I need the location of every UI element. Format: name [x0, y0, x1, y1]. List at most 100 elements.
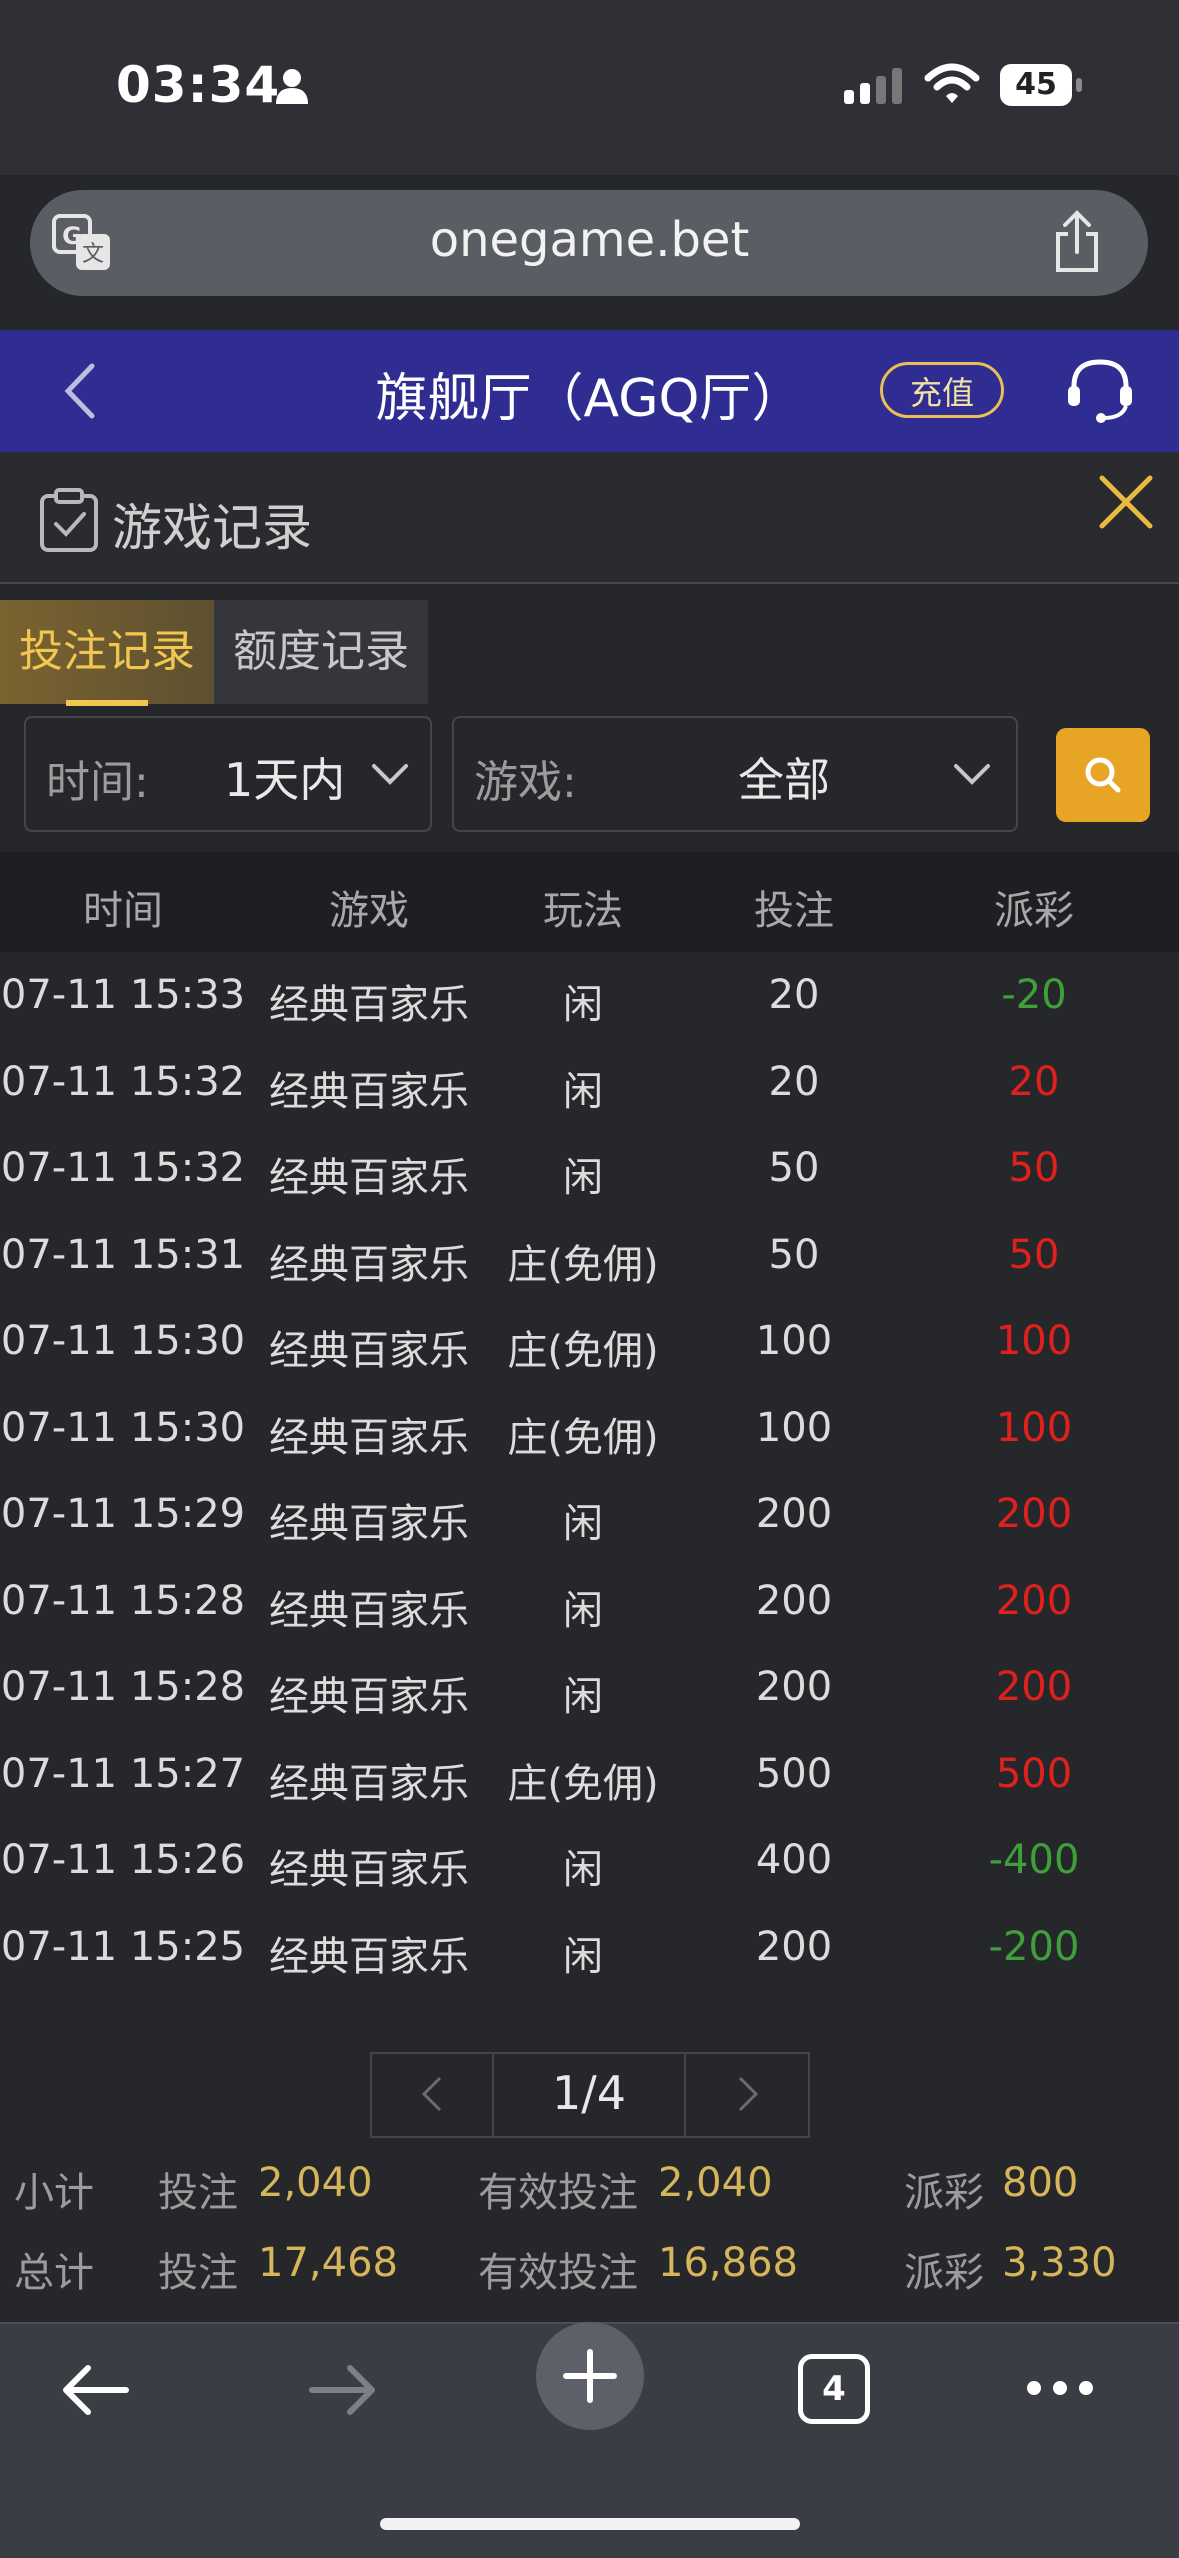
- table-row: 07-11 15:32 经典百家乐 闲 20 20: [0, 1041, 1179, 1127]
- cell-game: 经典百家乐: [269, 1847, 469, 1893]
- table-row: 07-11 15:26 经典百家乐 闲 400 -400: [0, 1819, 1179, 1905]
- cell-payout: 50: [1008, 1231, 1060, 1278]
- cell-bet: 200: [755, 1491, 833, 1537]
- cell-play: 庄(免佣): [507, 1241, 659, 1288]
- subtotal-label: 小计: [14, 2170, 94, 2216]
- cell-payout: 20: [1008, 1058, 1060, 1105]
- cell-bet: 200: [755, 1577, 833, 1624]
- support-icon[interactable]: [1064, 356, 1136, 426]
- cell-payout: 200: [995, 1491, 1073, 1537]
- subtotal-bet-label: 投注: [158, 2170, 238, 2216]
- cell-time: 07-11 15:30: [0, 1318, 246, 1364]
- cell-bet: 100: [755, 1404, 833, 1451]
- arrow-left-icon[interactable]: [58, 2360, 132, 2420]
- chevron-down-icon[interactable]: [952, 762, 992, 786]
- cell-payout: -20: [1001, 972, 1067, 1018]
- cell-payout: 200: [995, 1577, 1073, 1624]
- cell-payout: 500: [995, 1750, 1073, 1797]
- cell-payout: 50: [1008, 1145, 1060, 1191]
- cell-play: 闲: [563, 1501, 603, 1547]
- cell-time: 07-11 15:30: [0, 1404, 246, 1451]
- cell-payout: 100: [995, 1404, 1073, 1451]
- tab-bet-records[interactable]: 投注记录: [0, 600, 214, 704]
- col-header-time: 时间: [83, 888, 163, 934]
- cell-bet: 50: [768, 1145, 820, 1191]
- subtotal-payout-value: 800: [1002, 2160, 1079, 2206]
- share-icon[interactable]: [1052, 210, 1102, 274]
- cell-game: 经典百家乐: [269, 1068, 469, 1115]
- table-row: 07-11 15:27 经典百家乐 庄(免佣) 500 500: [0, 1733, 1179, 1819]
- cell-payout: -400: [988, 1837, 1080, 1883]
- wifi-icon: [924, 63, 980, 103]
- table-row: 07-11 15:29 经典百家乐 闲 200 200: [0, 1473, 1179, 1559]
- cell-game: 经典百家乐: [269, 1241, 469, 1288]
- cell-bet: 50: [768, 1231, 820, 1278]
- cell-time: 07-11 15:32: [0, 1058, 246, 1105]
- tabs-button[interactable]: 4: [798, 2354, 870, 2424]
- cell-payout: 100: [995, 1318, 1073, 1364]
- subtotal-valid-label: 有效投注: [478, 2170, 638, 2216]
- cell-time: 07-11 15:28: [0, 1577, 246, 1624]
- recharge-button[interactable]: 充值: [880, 362, 1004, 418]
- time-filter-label: 时间:: [46, 757, 149, 808]
- battery-level: 45: [1000, 64, 1072, 106]
- col-header-play: 玩法: [543, 888, 623, 934]
- table-row: 07-11 15:30 经典百家乐 庄(免佣) 100 100: [0, 1387, 1179, 1473]
- total-payout-label: 派彩: [904, 2250, 984, 2296]
- cell-play: 庄(免佣): [507, 1328, 659, 1374]
- cell-game: 经典百家乐: [269, 982, 469, 1028]
- total-valid-value: 16,868: [658, 2240, 798, 2286]
- subtotal-valid-value: 2,040: [658, 2160, 773, 2206]
- person-icon: [276, 69, 308, 104]
- chevron-right-icon: [738, 2076, 759, 2112]
- table-row: 07-11 15:25 经典百家乐 闲 200 -200: [0, 1906, 1179, 1992]
- total-payout-value: 3,330: [1002, 2240, 1117, 2286]
- search-icon[interactable]: [1078, 750, 1128, 800]
- subtotal-bet-value: 2,040: [258, 2160, 373, 2206]
- new-tab-button[interactable]: [536, 2322, 644, 2430]
- tab-credit-records[interactable]: 额度记录: [214, 600, 428, 704]
- cell-play: 闲: [563, 1674, 603, 1720]
- cell-play: 闲: [563, 1155, 603, 1201]
- game-filter-label: 游戏:: [474, 757, 577, 808]
- cell-game: 经典百家乐: [269, 1760, 469, 1807]
- close-icon[interactable]: [1096, 472, 1156, 532]
- cell-time: 07-11 15:25: [0, 1923, 246, 1970]
- col-header-bet: 投注: [754, 888, 834, 934]
- next-page-button[interactable]: [684, 2052, 810, 2138]
- time-filter-value[interactable]: 1天内: [224, 744, 345, 810]
- chevron-left-icon: [421, 2076, 442, 2112]
- cell-time: 07-11 15:28: [0, 1664, 246, 1710]
- clipboard-check-icon: [40, 488, 98, 552]
- col-header-payout: 派彩: [994, 888, 1074, 934]
- cell-game: 经典百家乐: [269, 1501, 469, 1547]
- tab-active-indicator: [66, 700, 148, 706]
- cell-time: 07-11 15:31: [0, 1231, 246, 1278]
- cell-bet: 20: [768, 972, 820, 1018]
- cell-payout: 200: [995, 1664, 1073, 1710]
- table-row: 07-11 15:30 经典百家乐 庄(免佣) 100 100: [0, 1300, 1179, 1386]
- chevron-down-icon[interactable]: [370, 762, 410, 786]
- cell-game: 经典百家乐: [269, 1155, 469, 1201]
- cell-play: 闲: [563, 1587, 603, 1634]
- cell-play: 庄(免佣): [507, 1760, 659, 1807]
- battery-tip: [1076, 78, 1082, 92]
- section-title: 游戏记录: [112, 499, 312, 557]
- total-valid-label: 有效投注: [478, 2250, 638, 2296]
- game-filter-value[interactable]: 全部: [738, 744, 830, 810]
- url-text[interactable]: onegame.bet: [0, 212, 1179, 268]
- cell-time: 07-11 15:32: [0, 1145, 246, 1191]
- cell-play: 闲: [563, 1847, 603, 1893]
- signal-icon: [844, 68, 902, 104]
- plus-icon: [563, 2349, 617, 2403]
- total-bet-label: 投注: [158, 2250, 238, 2296]
- cell-bet: 200: [755, 1923, 833, 1970]
- arrow-right-icon[interactable]: [306, 2360, 380, 2420]
- more-icon[interactable]: [1024, 2378, 1096, 2398]
- prev-page-button[interactable]: [370, 2052, 494, 2138]
- table-row: 07-11 15:33 经典百家乐 闲 20 -20: [0, 954, 1179, 1040]
- status-time: 03:34: [116, 56, 281, 114]
- subtotal-payout-label: 派彩: [904, 2170, 984, 2216]
- cell-bet: 500: [755, 1750, 833, 1797]
- col-header-game: 游戏: [329, 888, 409, 934]
